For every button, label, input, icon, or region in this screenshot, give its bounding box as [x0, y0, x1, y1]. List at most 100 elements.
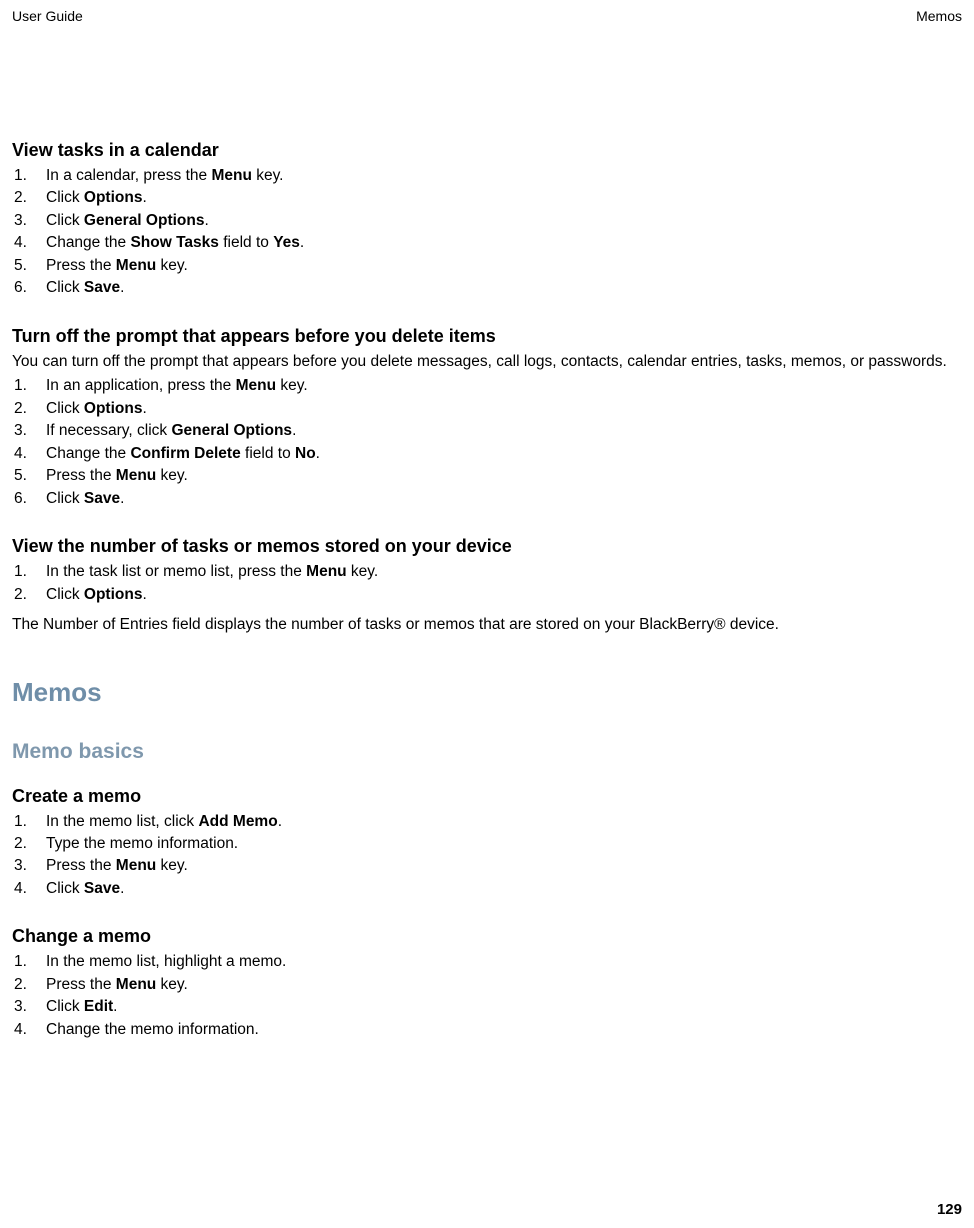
- bold-text: Show Tasks: [130, 234, 218, 251]
- bold-text: Menu: [116, 467, 156, 484]
- list-item: 5.Press the Menu key.: [12, 255, 962, 277]
- step-number: 6.: [12, 488, 40, 510]
- list-item: 3.Click General Options.: [12, 210, 962, 232]
- steps-turn-off-prompt: 1.In an application, press the Menu key.…: [12, 375, 962, 510]
- step-text: Click General Options.: [40, 210, 962, 232]
- bold-text: Options: [84, 189, 143, 206]
- list-item: 1.In an application, press the Menu key.: [12, 375, 962, 397]
- content: View tasks in a calendar 1.In a calendar…: [12, 140, 962, 1047]
- step-number: 1.: [12, 561, 40, 583]
- step-text: Change the memo information.: [40, 1019, 962, 1041]
- list-item: 2.Type the memo information.: [12, 833, 962, 855]
- bold-text: No: [295, 445, 316, 462]
- bold-text: Add Memo: [198, 813, 277, 830]
- steps-view-number: 1.In the task list or memo list, press t…: [12, 561, 962, 606]
- list-item: 4.Change the Show Tasks field to Yes.: [12, 232, 962, 254]
- step-number: 2.: [12, 974, 40, 996]
- step-text: Change the Show Tasks field to Yes.: [40, 232, 962, 254]
- list-item: 1.In a calendar, press the Menu key.: [12, 165, 962, 187]
- page-number: 129: [937, 1201, 962, 1218]
- heading-view-number: View the number of tasks or memos stored…: [12, 536, 962, 557]
- steps-create-memo: 1.In the memo list, click Add Memo.2.Typ…: [12, 811, 962, 901]
- step-text: Click Options.: [40, 398, 962, 420]
- step-text: In the memo list, click Add Memo.: [40, 811, 962, 833]
- heading-view-tasks: View tasks in a calendar: [12, 140, 962, 161]
- step-text: Click Options.: [40, 187, 962, 209]
- bold-text: General Options: [84, 212, 205, 229]
- step-text: In the memo list, highlight a memo.: [40, 951, 962, 973]
- list-item: 4.Change the memo information.: [12, 1019, 962, 1041]
- step-number: 1.: [12, 811, 40, 833]
- step-text: Click Save.: [40, 488, 962, 510]
- list-item: 1.In the memo list, highlight a memo.: [12, 951, 962, 973]
- heading-memo-basics: Memo basics: [12, 740, 962, 764]
- step-number: 2.: [12, 833, 40, 855]
- bold-text: Yes: [273, 234, 300, 251]
- step-number: 1.: [12, 951, 40, 973]
- list-item: 6.Click Save.: [12, 488, 962, 510]
- step-text: Change the Confirm Delete field to No.: [40, 443, 962, 465]
- header-right: Memos: [916, 8, 962, 24]
- step-text: Press the Menu key.: [40, 465, 962, 487]
- step-text: Press the Menu key.: [40, 974, 962, 996]
- list-item: 1.In the task list or memo list, press t…: [12, 561, 962, 583]
- step-number: 5.: [12, 465, 40, 487]
- bold-text: Save: [84, 490, 120, 507]
- step-text: Click Options.: [40, 584, 962, 606]
- step-number: 2.: [12, 398, 40, 420]
- heading-turn-off-prompt: Turn off the prompt that appears before …: [12, 326, 962, 347]
- step-number: 6.: [12, 277, 40, 299]
- step-number: 4.: [12, 878, 40, 900]
- step-number: 4.: [12, 443, 40, 465]
- bold-text: Edit: [84, 998, 113, 1015]
- step-number: 2.: [12, 584, 40, 606]
- bold-text: Options: [84, 586, 143, 603]
- step-text: In a calendar, press the Menu key.: [40, 165, 962, 187]
- list-item: 2.Click Options.: [12, 398, 962, 420]
- step-text: In the task list or memo list, press the…: [40, 561, 962, 583]
- list-item: 1.In the memo list, click Add Memo.: [12, 811, 962, 833]
- step-text: Type the memo information.: [40, 833, 962, 855]
- step-text: Press the Menu key.: [40, 255, 962, 277]
- bold-text: Menu: [116, 857, 156, 874]
- step-text: If necessary, click General Options.: [40, 420, 962, 442]
- step-text: Click Save.: [40, 277, 962, 299]
- bold-text: Options: [84, 400, 143, 417]
- step-number: 4.: [12, 232, 40, 254]
- bold-text: Menu: [306, 563, 346, 580]
- step-text: Click Save.: [40, 878, 962, 900]
- bold-text: Save: [84, 880, 120, 897]
- list-item: 3.Click Edit.: [12, 996, 962, 1018]
- step-number: 3.: [12, 996, 40, 1018]
- step-number: 1.: [12, 375, 40, 397]
- list-item: 2.Click Options.: [12, 584, 962, 606]
- step-number: 5.: [12, 255, 40, 277]
- bold-text: Menu: [116, 257, 156, 274]
- step-text: Click Edit.: [40, 996, 962, 1018]
- list-item: 4.Change the Confirm Delete field to No.: [12, 443, 962, 465]
- step-number: 2.: [12, 187, 40, 209]
- page: User Guide Memos 129 View tasks in a cal…: [0, 0, 974, 1228]
- heading-memos: Memos: [12, 677, 962, 708]
- intro-turn-off-prompt: You can turn off the prompt that appears…: [12, 351, 962, 373]
- bold-text: Confirm Delete: [130, 445, 240, 462]
- bold-text: Menu: [211, 167, 251, 184]
- list-item: 2.Click Options.: [12, 187, 962, 209]
- step-number: 3.: [12, 420, 40, 442]
- step-number: 3.: [12, 855, 40, 877]
- step-text: In an application, press the Menu key.: [40, 375, 962, 397]
- bold-text: General Options: [171, 422, 292, 439]
- steps-view-tasks: 1.In a calendar, press the Menu key.2.Cl…: [12, 165, 962, 300]
- step-number: 3.: [12, 210, 40, 232]
- list-item: 3.If necessary, click General Options.: [12, 420, 962, 442]
- step-number: 1.: [12, 165, 40, 187]
- outro-view-number: The Number of Entries field displays the…: [12, 614, 962, 636]
- list-item: 3.Press the Menu key.: [12, 855, 962, 877]
- list-item: 2.Press the Menu key.: [12, 974, 962, 996]
- header-left: User Guide: [12, 8, 83, 24]
- step-number: 4.: [12, 1019, 40, 1041]
- bold-text: Menu: [236, 377, 276, 394]
- steps-change-memo: 1.In the memo list, highlight a memo.2.P…: [12, 951, 962, 1041]
- heading-create-memo: Create a memo: [12, 786, 962, 807]
- heading-change-memo: Change a memo: [12, 926, 962, 947]
